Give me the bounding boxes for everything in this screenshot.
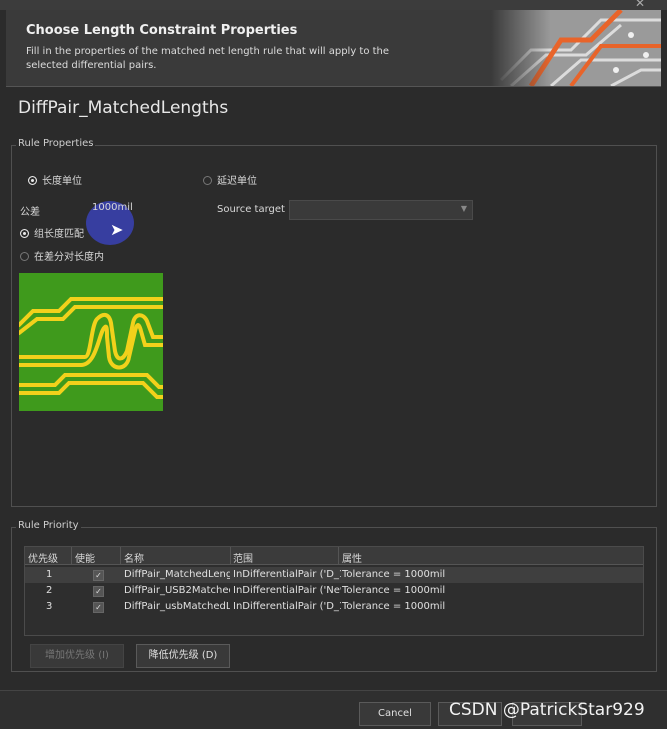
column-divider[interactable] bbox=[120, 547, 121, 564]
column-divider[interactable] bbox=[338, 547, 339, 564]
rule-name-cell: DiffPair_usbMatchedLe bbox=[124, 601, 230, 612]
priority-cell: 3 bbox=[46, 601, 53, 612]
chevron-down-icon: ▼ bbox=[460, 204, 467, 213]
tolerance-label: 公差 bbox=[20, 207, 40, 218]
column-header-priority[interactable]: 优先级 bbox=[28, 550, 58, 565]
radio-selected-icon bbox=[20, 229, 29, 238]
close-icon[interactable]: ✕ bbox=[635, 0, 645, 10]
group-match-radio[interactable]: 组长度匹配 bbox=[20, 225, 84, 240]
source-target-label: Source target bbox=[217, 204, 285, 215]
within-pair-radio[interactable]: 在差分对长度内 bbox=[20, 248, 104, 263]
rule-priority-label: Rule Priority bbox=[16, 520, 81, 531]
window-title-strip: ✕ bbox=[0, 0, 667, 10]
column-header-scope[interactable]: 范围 bbox=[233, 550, 253, 565]
mouse-pointer-icon: ➤ bbox=[110, 220, 124, 239]
diffpair-matching-preview bbox=[19, 273, 163, 411]
length-unit-radio[interactable]: 长度单位 bbox=[28, 172, 82, 187]
scope-cell: InDifferentialPair ('D_1E bbox=[233, 569, 341, 580]
rule-name-cell: DiffPair_USB2MatchedI bbox=[124, 585, 230, 596]
priority-cell: 2 bbox=[46, 585, 53, 596]
length-unit-label: 长度单位 bbox=[42, 176, 82, 187]
table-header: 优先级 使能 名称 范围 属性 bbox=[25, 547, 643, 565]
column-header-attributes[interactable]: 属性 bbox=[342, 550, 362, 565]
attribute-cell: Tolerance = 1000mil bbox=[342, 601, 446, 612]
column-divider[interactable] bbox=[71, 547, 72, 564]
table-row[interactable]: 1 ✓ DiffPair_MatchedLengt InDifferential… bbox=[25, 567, 643, 583]
within-pair-label: 在差分对长度内 bbox=[34, 252, 104, 263]
pcb-banner-graphic bbox=[491, 10, 661, 86]
enabled-checkbox[interactable]: ✓ bbox=[93, 570, 104, 581]
rule-properties-label: Rule Properties bbox=[16, 138, 96, 149]
rule-name-cell: DiffPair_MatchedLengt bbox=[124, 569, 230, 580]
radio-unselected-icon bbox=[20, 252, 29, 261]
table-row[interactable]: 3 ✓ DiffPair_usbMatchedLe InDifferential… bbox=[25, 599, 643, 615]
scope-cell: InDifferentialPair ('New bbox=[233, 585, 341, 596]
source-target-dropdown[interactable]: ▼ bbox=[289, 200, 473, 220]
delay-unit-label: 延迟单位 bbox=[217, 176, 257, 187]
table-row[interactable]: 2 ✓ DiffPair_USB2MatchedI InDifferential… bbox=[25, 583, 643, 599]
decrease-priority-button[interactable]: 降低优先级 (D) bbox=[136, 644, 230, 668]
rule-name-title: DiffPair_MatchedLengths bbox=[18, 98, 229, 118]
banner-title: Choose Length Constraint Properties bbox=[26, 23, 298, 38]
scope-cell: InDifferentialPair ('D_1E bbox=[233, 601, 341, 612]
column-divider[interactable] bbox=[230, 547, 231, 564]
attribute-cell: Tolerance = 1000mil bbox=[342, 569, 446, 580]
enabled-checkbox[interactable]: ✓ bbox=[93, 602, 104, 613]
radio-selected-icon bbox=[28, 176, 37, 185]
dialog-banner: Choose Length Constraint Properties Fill… bbox=[6, 10, 661, 87]
banner-description: Fill in the properties of the matched ne… bbox=[26, 46, 390, 71]
tolerance-input[interactable]: 1000mil bbox=[92, 202, 133, 213]
enabled-checkbox[interactable]: ✓ bbox=[93, 586, 104, 597]
column-header-name[interactable]: 名称 bbox=[124, 550, 144, 565]
priority-cell: 1 bbox=[46, 569, 53, 580]
group-match-label: 组长度匹配 bbox=[34, 229, 84, 240]
rule-priority-table: 优先级 使能 名称 范围 属性 1 ✓ DiffPair_MatchedLeng… bbox=[24, 546, 644, 636]
csdn-watermark: CSDN @PatrickStar929 bbox=[449, 700, 645, 720]
delay-unit-radio[interactable]: 延迟单位 bbox=[203, 172, 257, 187]
column-header-enabled[interactable]: 使能 bbox=[75, 550, 95, 565]
radio-unselected-icon bbox=[203, 176, 212, 185]
attribute-cell: Tolerance = 1000mil bbox=[342, 585, 446, 596]
cancel-button[interactable]: Cancel bbox=[359, 702, 431, 726]
increase-priority-button[interactable]: 增加优先级 (I) bbox=[30, 644, 124, 668]
